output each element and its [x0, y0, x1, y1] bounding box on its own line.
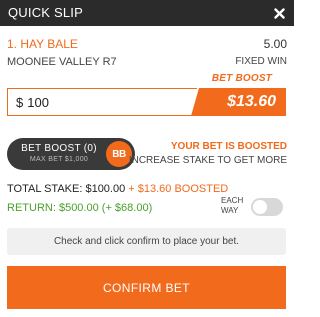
selection-odds: 5.00: [263, 37, 287, 51]
return-boost: (+ $68.00): [101, 202, 153, 214]
stake-input[interactable]: $ 100: [7, 88, 197, 116]
bet-boost-label: BET BOOST (0): [21, 143, 97, 154]
increase-stake-message: INCREASE STAKE TO GET MORE: [128, 155, 287, 166]
bet-boost-tag: BET BOOST: [211, 73, 272, 84]
confirm-info-message: Check and click confirm to place your be…: [7, 228, 286, 255]
total-stake-label: TOTAL STAKE:: [7, 183, 83, 195]
market-type: FIXED WIN: [235, 56, 287, 67]
each-way-line2: WAY: [221, 206, 239, 215]
return-label: RETURN:: [7, 202, 56, 214]
race-name: MOONEE VALLEY R7: [7, 56, 117, 68]
confirm-bet-button[interactable]: CONFIRM BET: [7, 266, 286, 309]
each-way-label: EACH WAY: [221, 196, 243, 216]
each-way-line1: EACH: [221, 196, 244, 205]
close-icon[interactable]: [272, 0, 286, 26]
total-stake: TOTAL STAKE: $100.00 + $13.60 BOOSTED: [7, 183, 228, 195]
stake-value: 100: [27, 94, 49, 110]
potential-return: RETURN: $500.00 (+ $68.00): [7, 202, 152, 214]
max-bet-label: MAX BET $1,000: [29, 156, 89, 163]
total-stake-boost: + $13.60 BOOSTED: [128, 183, 229, 195]
each-way-toggle[interactable]: [251, 198, 283, 216]
stake-row: $ 100 $13.60: [7, 88, 286, 116]
bet-boost-toggle[interactable]: BET BOOST (0) MAX BET $1,000 BB: [7, 138, 135, 170]
each-way-toggle-knob: [253, 200, 267, 214]
selection-name: 1. HAY BALE: [7, 37, 78, 51]
return-value: $500.00: [58, 202, 99, 214]
quick-slip-title: QUICK SLIP: [8, 5, 83, 20]
quick-slip-header: QUICK SLIP: [0, 0, 294, 26]
boost-amount: $13.60: [191, 88, 286, 116]
total-stake-value: $100.00: [85, 183, 126, 195]
boosted-message: YOUR BET IS BOOSTED: [170, 141, 287, 152]
currency-symbol: $: [16, 94, 24, 110]
